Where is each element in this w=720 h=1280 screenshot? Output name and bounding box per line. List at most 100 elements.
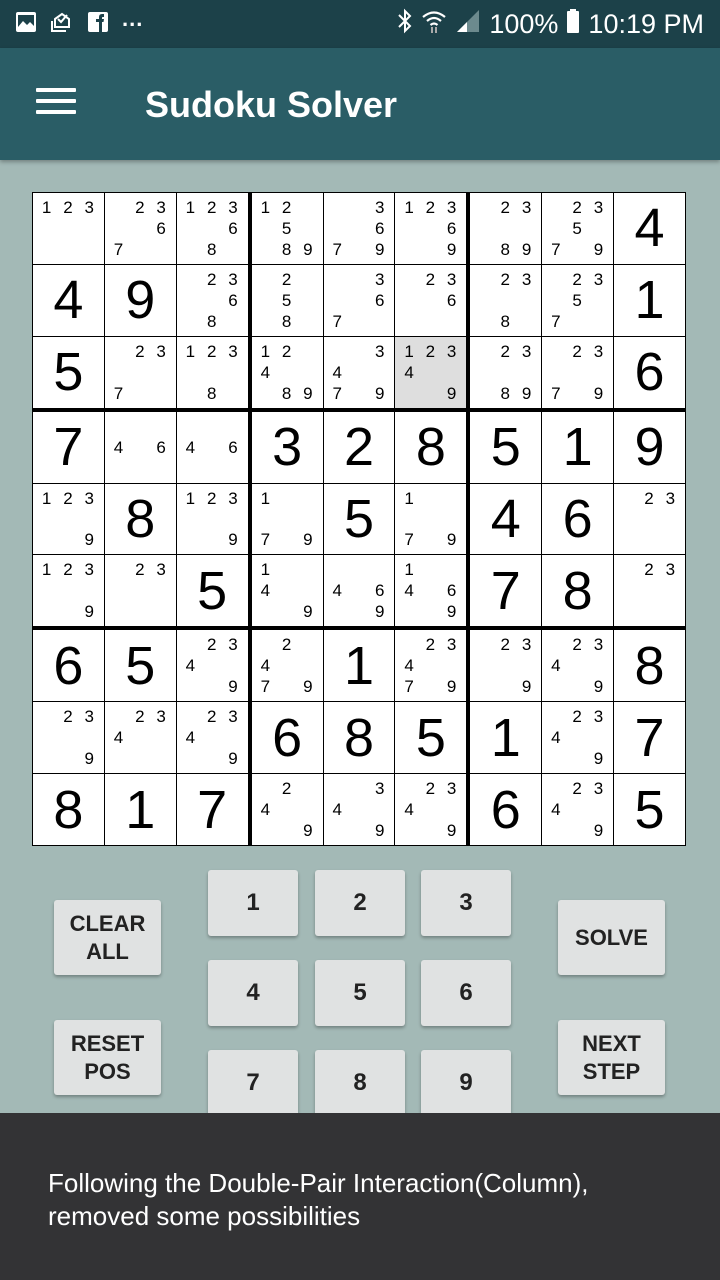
cell-r8-c3[interactable]: 23 4 9 xyxy=(176,702,248,774)
cell-r6-c8[interactable]: 8 xyxy=(542,555,614,627)
cell-r6-c4[interactable]: 14 9 xyxy=(251,555,323,627)
cell-r9-c3[interactable]: 7 xyxy=(176,774,248,845)
cell-r7-c9[interactable]: 8 xyxy=(614,630,685,702)
cell-r6-c9[interactable]: 23 xyxy=(614,555,685,627)
number-button-3[interactable]: 3 xyxy=(421,870,511,936)
cell-r4-c6[interactable]: 8 xyxy=(395,411,467,483)
cell-r7-c1[interactable]: 6 xyxy=(33,630,104,702)
cell-r3-c9[interactable]: 6 xyxy=(614,336,685,408)
cell-r5-c9[interactable]: 23 xyxy=(614,483,685,555)
cell-r9-c9[interactable]: 5 xyxy=(614,774,685,845)
number-button-8[interactable]: 8 xyxy=(315,1050,405,1116)
number-button-7[interactable]: 7 xyxy=(208,1050,298,1116)
number-button-5[interactable]: 5 xyxy=(315,960,405,1026)
cell-r3-c3[interactable]: 123 8 xyxy=(176,336,248,408)
number-button-2[interactable]: 2 xyxy=(315,870,405,936)
candidate: 2 xyxy=(135,707,145,727)
cell-r2-c8[interactable]: 2357 xyxy=(542,264,614,336)
cell-r1-c2[interactable]: 236 7 xyxy=(104,193,176,264)
number-button-6[interactable]: 6 xyxy=(421,960,511,1026)
solve-button[interactable]: SOLVE xyxy=(558,900,665,975)
number-button-4[interactable]: 4 xyxy=(208,960,298,1026)
cell-r6-c5[interactable]: 4 69 xyxy=(323,555,395,627)
candidate: 6 xyxy=(375,218,385,238)
cell-r8-c9[interactable]: 7 xyxy=(614,702,685,774)
cell-r3-c6[interactable]: 123 4 9 xyxy=(395,336,467,408)
cell-r2-c1[interactable]: 4 xyxy=(33,264,104,336)
cell-r9-c2[interactable]: 1 xyxy=(104,774,176,845)
cell-r6-c2[interactable]: 23 xyxy=(104,555,176,627)
cell-r2-c5[interactable]: 36 7 xyxy=(323,264,395,336)
number-button-1[interactable]: 1 xyxy=(208,870,298,936)
cell-r4-c8[interactable]: 1 xyxy=(542,411,614,483)
cell-r8-c6[interactable]: 5 xyxy=(395,702,467,774)
cell-r1-c7[interactable]: 23 89 xyxy=(470,193,542,264)
cell-r8-c2[interactable]: 23 4 xyxy=(104,702,176,774)
cell-r9-c6[interactable]: 23 4 9 xyxy=(395,774,467,845)
cell-r4-c3[interactable]: 46 xyxy=(176,411,248,483)
menu-icon[interactable] xyxy=(36,88,76,118)
reset-pos-button[interactable]: RESET POS xyxy=(54,1020,161,1095)
candidate: 8 xyxy=(206,239,217,259)
cell-r9-c7[interactable]: 6 xyxy=(470,774,542,845)
cell-r7-c5[interactable]: 1 xyxy=(323,630,395,702)
cell-r2-c9[interactable]: 1 xyxy=(614,264,685,336)
cell-r4-c5[interactable]: 2 xyxy=(323,411,395,483)
cell-r7-c4[interactable]: 247 9 xyxy=(251,630,323,702)
cell-r2-c7[interactable]: 23 8 xyxy=(470,264,542,336)
cell-r3-c8[interactable]: 23 7 9 xyxy=(542,336,614,408)
cell-r8-c8[interactable]: 23 4 9 xyxy=(542,702,614,774)
cell-r5-c2[interactable]: 8 xyxy=(104,483,176,555)
cell-r6-c3[interactable]: 5 xyxy=(176,555,248,627)
candidate xyxy=(201,290,222,311)
cell-r8-c7[interactable]: 1 xyxy=(470,702,542,774)
cell-r5-c5[interactable]: 5 xyxy=(323,483,395,555)
cell-r6-c1[interactable]: 123 9 xyxy=(33,555,104,627)
cell-r6-c6[interactable]: 14 69 xyxy=(395,555,467,627)
cell-r1-c9[interactable]: 4 xyxy=(614,193,685,264)
cell-r7-c7[interactable]: 23 9 xyxy=(470,630,542,702)
cell-r7-c2[interactable]: 5 xyxy=(104,630,176,702)
cell-r3-c1[interactable]: 5 xyxy=(33,336,104,408)
cell-r5-c7[interactable]: 4 xyxy=(470,483,542,555)
cell-r4-c7[interactable]: 5 xyxy=(470,411,542,483)
cell-r9-c4[interactable]: 24 9 xyxy=(251,774,323,845)
cell-r7-c3[interactable]: 23 4 9 xyxy=(176,630,248,702)
next-step-button[interactable]: NEXT STEP xyxy=(558,1020,665,1095)
cell-r3-c7[interactable]: 23 89 xyxy=(470,336,542,408)
cell-r5-c3[interactable]: 123 9 xyxy=(176,483,248,555)
cell-r7-c8[interactable]: 23 4 9 xyxy=(542,630,614,702)
cell-r6-c7[interactable]: 7 xyxy=(470,555,542,627)
cell-r8-c4[interactable]: 6 xyxy=(251,702,323,774)
number-button-9[interactable]: 9 xyxy=(421,1050,511,1116)
clear-all-button[interactable]: CLEAR ALL xyxy=(54,900,161,975)
cell-r1-c4[interactable]: 12589 xyxy=(251,193,323,264)
cell-r5-c4[interactable]: 1 7 9 xyxy=(251,483,323,555)
cell-r1-c6[interactable]: 12369 xyxy=(395,193,467,264)
cell-r9-c8[interactable]: 23 4 9 xyxy=(542,774,614,845)
cell-r3-c4[interactable]: 12489 xyxy=(251,336,323,408)
cell-r4-c2[interactable]: 46 xyxy=(104,411,176,483)
cell-r1-c1[interactable]: 123 xyxy=(33,193,104,264)
cell-r2-c4[interactable]: 258 xyxy=(251,264,323,336)
cell-r5-c1[interactable]: 123 9 xyxy=(33,483,104,555)
cell-r3-c2[interactable]: 23 7 xyxy=(104,336,176,408)
cell-r5-c8[interactable]: 6 xyxy=(542,483,614,555)
cell-r2-c2[interactable]: 9 xyxy=(104,264,176,336)
cell-r1-c5[interactable]: 36 7 9 xyxy=(323,193,395,264)
cell-r1-c3[interactable]: 12368 xyxy=(176,193,248,264)
cell-r9-c1[interactable]: 8 xyxy=(33,774,104,845)
cell-r4-c9[interactable]: 9 xyxy=(614,411,685,483)
cell-r1-c8[interactable]: 2357 9 xyxy=(542,193,614,264)
cell-r3-c5[interactable]: 3 47 9 xyxy=(323,336,395,408)
cell-r2-c3[interactable]: 2368 xyxy=(176,264,248,336)
cell-r9-c5[interactable]: 3 4 9 xyxy=(323,774,395,845)
cell-r4-c1[interactable]: 7 xyxy=(33,411,104,483)
cell-r8-c5[interactable]: 8 xyxy=(323,702,395,774)
cell-r4-c4[interactable]: 3 xyxy=(251,411,323,483)
cell-r8-c1[interactable]: 23 9 xyxy=(33,702,104,774)
cell-r2-c6[interactable]: 236 xyxy=(395,264,467,336)
cell-r5-c6[interactable]: 1 7 9 xyxy=(395,483,467,555)
candidate: 2 xyxy=(572,269,582,289)
cell-r7-c6[interactable]: 23 47 9 xyxy=(395,630,467,702)
